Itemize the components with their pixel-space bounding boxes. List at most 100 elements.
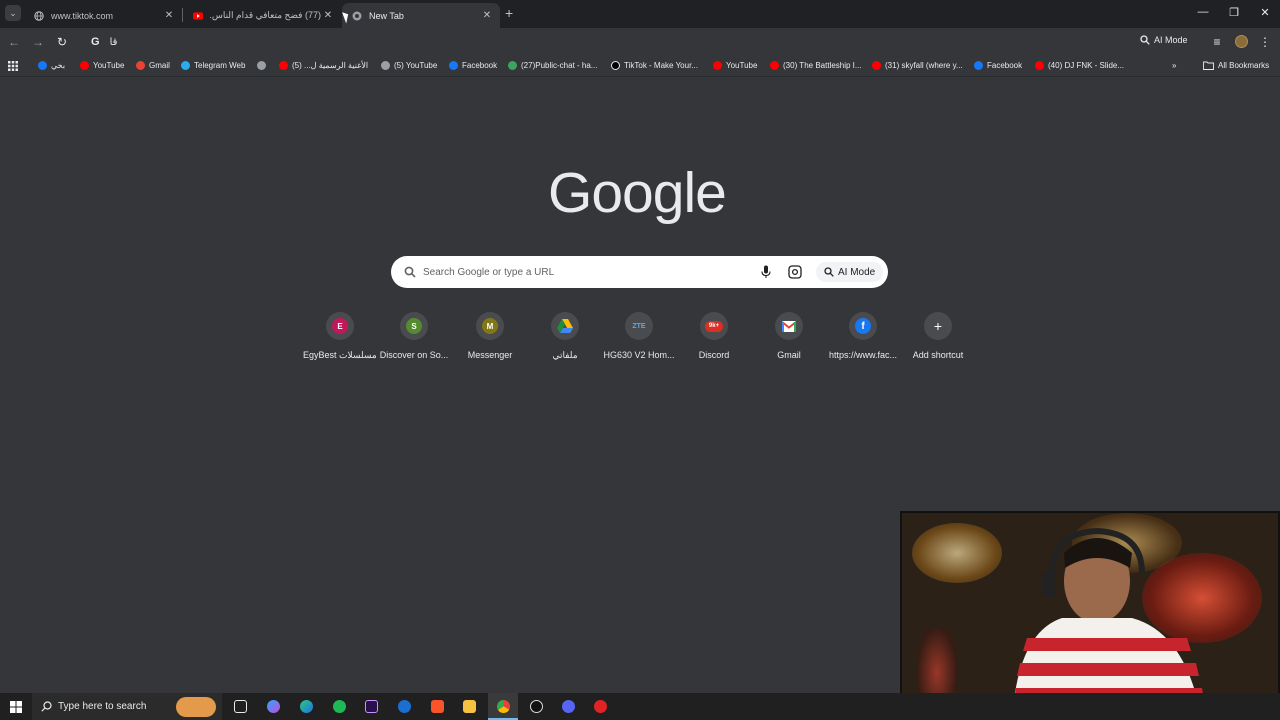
all-bookmarks-button[interactable]: All Bookmarks [1203,61,1269,70]
red-app-icon[interactable] [594,700,607,713]
youtube-icon [872,61,881,70]
shortcut-facebook[interactable]: f https://www.fac... [826,312,900,360]
shortcut-messenger[interactable]: M Messenger [453,312,527,360]
media-control-icon[interactable]: ≡ [1209,34,1225,50]
bookmark-item[interactable]: YouTube [80,61,124,70]
obs-icon[interactable] [530,700,543,713]
bookmark-item[interactable] [257,61,270,70]
copilot-icon[interactable] [267,700,280,713]
telegram-icon [181,61,190,70]
bookmark-item[interactable]: Facebook [974,61,1022,70]
omnibox[interactable]: G قا [86,32,1126,52]
tiktok-icon [611,61,620,70]
bookmark-item[interactable]: (31) skyfall (where y... [872,61,963,70]
shortcut-icon: f [849,312,877,340]
spotify-icon[interactable] [333,700,346,713]
shortcut-discover[interactable]: S Discover on So... [377,312,451,360]
taskbar-search-box[interactable]: Type here to search [32,693,222,720]
plus-icon: + [933,318,943,334]
tab-title: (77) فضح متعافي قدام الناس... [210,10,321,20]
youtube-icon [80,61,89,70]
globe-icon [381,61,390,70]
file-explorer-icon[interactable] [463,700,476,713]
windows-taskbar: Type here to search [0,693,1280,720]
discord-icon [508,61,517,70]
ccleaner-icon[interactable] [398,700,411,713]
chrome-icon [352,11,362,21]
edge-icon[interactable] [300,700,313,713]
reload-button[interactable]: ↻ [54,34,70,50]
bookmark-item[interactable]: (30) The Battleship I... [770,61,862,70]
shortcut-gmail[interactable]: Gmail [752,312,826,360]
ai-mode-label: AI Mode [1154,35,1188,45]
search-input[interactable] [423,266,743,278]
bookmark-item[interactable]: Telegram Web [181,61,245,70]
youtube-icon [770,61,779,70]
close-icon[interactable]: ✕ [162,10,176,21]
minimize-button[interactable]: — [1195,6,1211,18]
youtube-icon [713,61,722,70]
search-box[interactable]: AI Mode [391,256,888,288]
shortcut-discord[interactable]: 9k+ Discord [677,312,751,360]
bookmark-item[interactable]: بخي [38,61,65,70]
shortcut-icon: E [326,312,354,340]
forward-button[interactable]: → [30,34,46,50]
back-button[interactable]: ← [6,34,22,50]
brave-icon[interactable] [431,700,444,713]
discord-icon[interactable] [562,700,575,713]
youtube-icon [1035,61,1044,70]
close-icon[interactable]: ✕ [480,10,494,21]
restore-button[interactable]: ❐ [1226,6,1242,19]
youtube-icon [279,61,288,70]
close-icon[interactable]: ✕ [321,10,335,21]
premiere-icon[interactable] [365,700,378,713]
chrome-icon[interactable] [497,700,510,713]
bookmarks-bar: بخي YouTube Gmail Telegram Web الأغنية ا… [0,57,1280,77]
shortcut-google-drive[interactable]: ملفاتي [528,312,602,361]
shortcut-icon: ZTE [625,312,653,340]
webcam-overlay [900,511,1280,720]
search-icon [41,701,52,712]
facebook-icon [449,61,458,70]
tab-youtube[interactable]: (77) فضح متعافي قدام الناس... ✕ [183,3,341,28]
search-icon [404,266,416,278]
shortcut-icon: S [400,312,428,340]
person-figure [1012,527,1204,718]
bookmark-item[interactable]: Facebook [449,61,497,70]
bookmark-item[interactable]: (27)Public-chat - ha... [508,61,597,70]
task-view-icon[interactable] [234,700,247,713]
new-tab-button[interactable]: + [505,6,513,20]
globe-icon [257,61,266,70]
bookmark-item[interactable]: (5) YouTube [381,61,437,70]
google-g-icon: G [91,36,100,48]
tab-new-tab[interactable]: New Tab ✕ [342,3,500,28]
chevron-right-icon[interactable]: » [1172,61,1176,70]
ai-mode-button[interactable]: AI Mode [1140,35,1188,45]
windows-start-icon[interactable] [10,701,22,713]
tab-search-button[interactable]: ⌄ [5,5,21,21]
add-shortcut-button[interactable]: + Add shortcut [901,312,975,360]
bookmark-item[interactable]: Gmail [136,61,170,70]
bookmark-item[interactable]: TikTok - Make Your... [611,61,698,70]
gmail-icon [136,61,145,70]
menu-kebab-icon[interactable]: ⋮ [1257,34,1273,50]
bookmark-item[interactable]: YouTube [713,61,757,70]
globe-icon [34,10,44,21]
microphone-icon[interactable] [761,265,771,279]
profile-avatar[interactable] [1235,35,1248,48]
bookmark-item[interactable]: (40) DJ FNK - Slide... [1035,61,1124,70]
google-lens-icon[interactable] [788,265,802,279]
apps-grid-icon[interactable] [8,61,18,71]
shortcut-egybest[interactable]: E EgyBest مسلسلات... [303,312,377,361]
facebook-icon [974,61,983,70]
tab-strip: ⌄ www.tiktok.com ✕ (77) فضح متعافي قدام … [0,0,1280,28]
bookmark-item[interactable]: الأغنية الرسمية ل... (5) [279,61,368,70]
search-ai-mode-button[interactable]: AI Mode [816,262,884,282]
close-window-button[interactable]: ✕ [1257,6,1273,19]
shortcut-icon: M [476,312,504,340]
shortcut-icon: + [924,312,952,340]
omnibox-text[interactable]: قا [110,37,118,48]
folder-icon [1203,61,1214,70]
tab-tiktok[interactable]: www.tiktok.com ✕ [24,3,182,28]
shortcut-router[interactable]: ZTE HG630 V2 Hom... [602,312,676,360]
